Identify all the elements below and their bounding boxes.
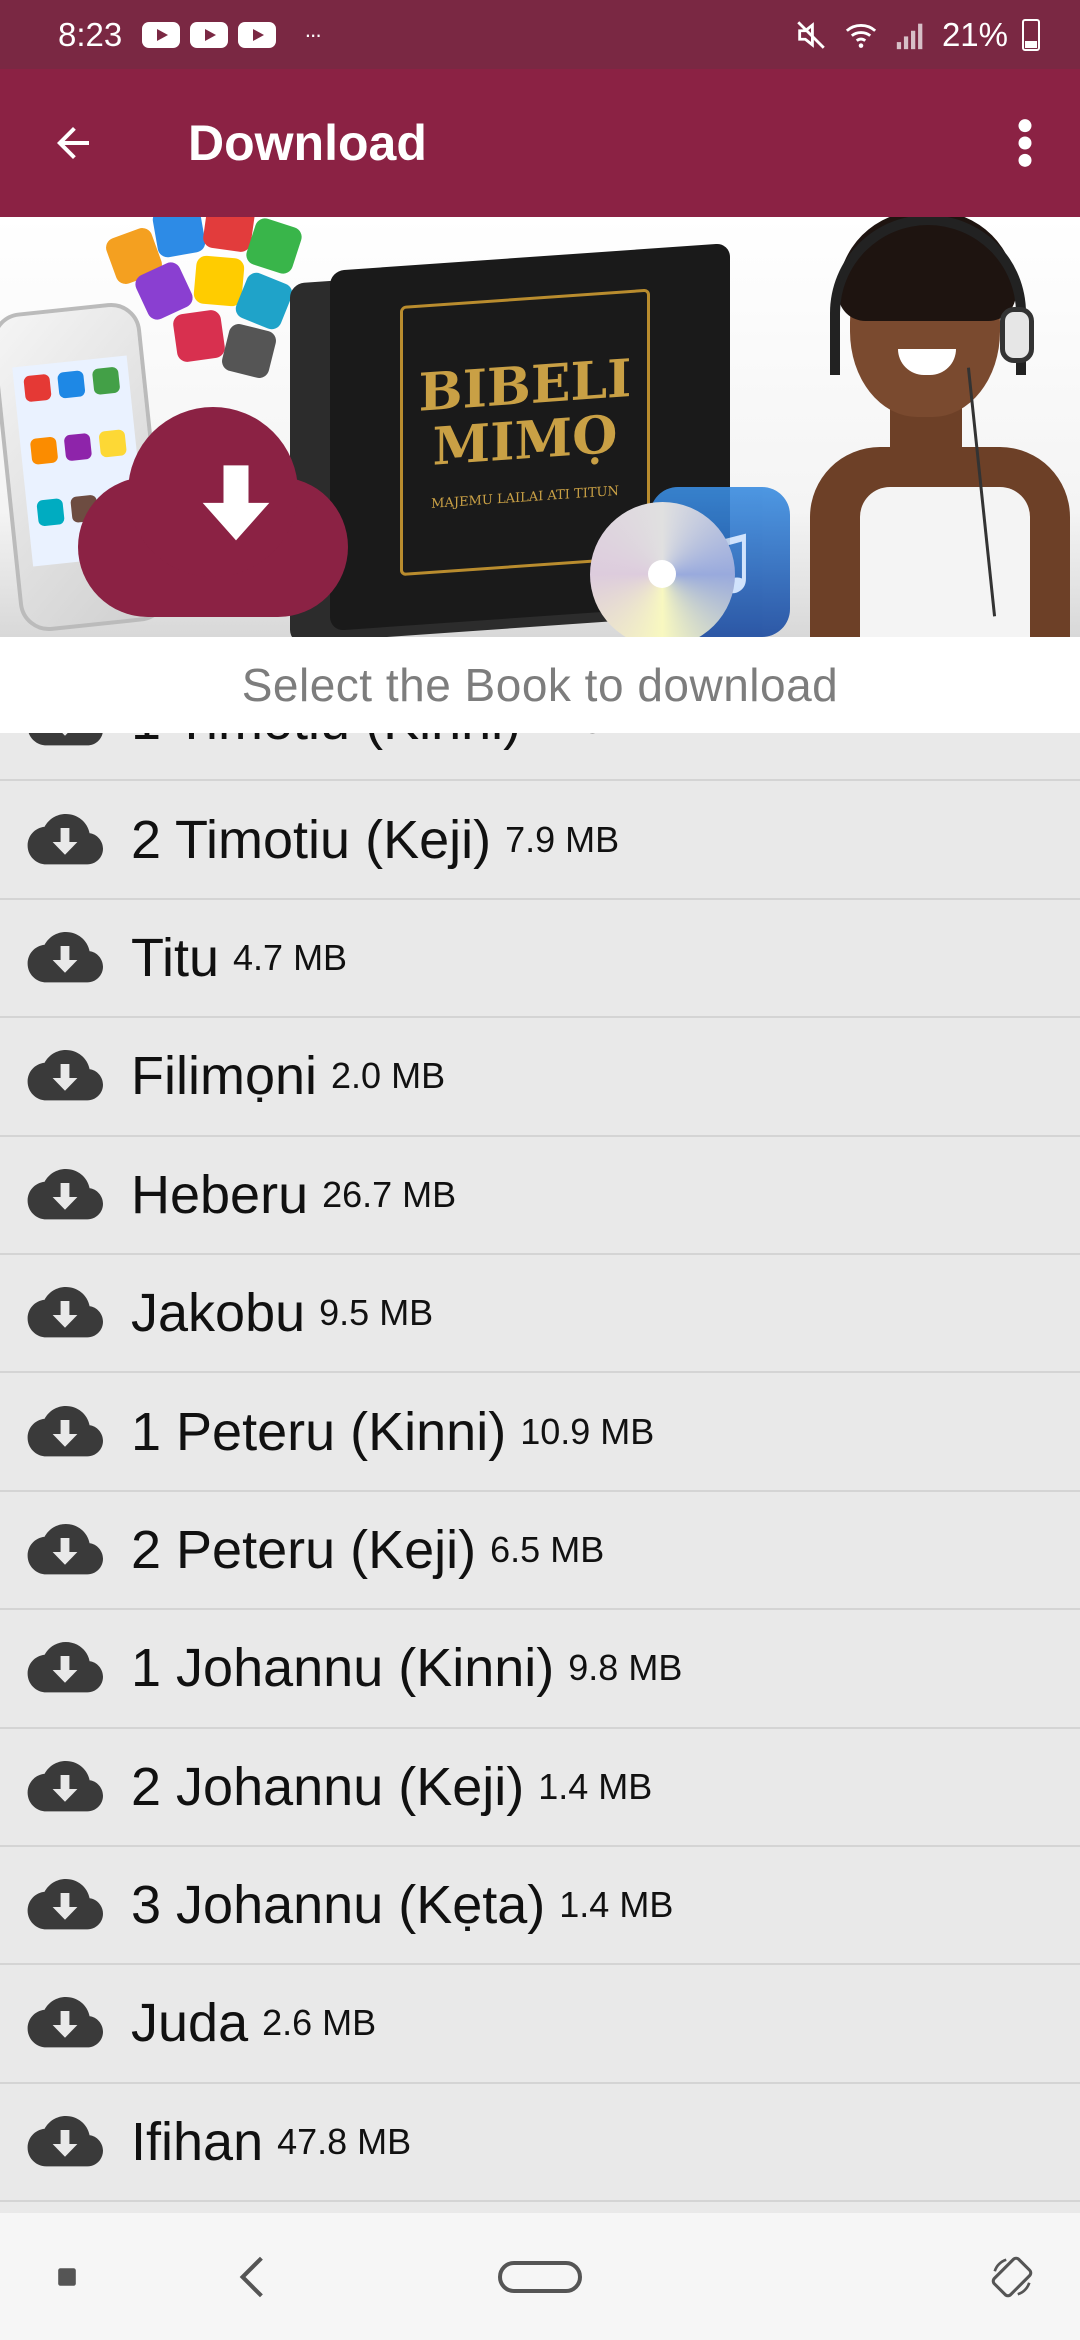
back-icon [239, 2256, 263, 2297]
cloud-download-icon[interactable] [25, 1048, 105, 1104]
book-size: 11.0 MB [535, 733, 666, 742]
cloud-download-icon[interactable] [25, 1404, 105, 1460]
wifi-icon [845, 23, 877, 48]
book-size: 9.5 MB [319, 1292, 434, 1334]
book-list-item[interactable]: 2 Johannu (Keji) 1.4 MB [0, 1728, 1080, 1847]
nav-back-button[interactable] [215, 2213, 289, 2340]
rotate-button[interactable] [975, 2213, 1049, 2340]
book-size: 10.9 MB [520, 1410, 655, 1452]
book-list-item[interactable]: 3 Johannu (Kẹta) 1.4 MB [0, 1846, 1080, 1966]
book-name: 1 Peteru (Kinni) [131, 1401, 507, 1462]
book-list-item[interactable]: Heberu 26.7 MB [0, 1136, 1080, 1255]
status-bar: 8:23 ··· 21% [0, 0, 1080, 69]
battery-percent: 21% [941, 15, 1008, 53]
book-size: 1.4 MB [559, 1884, 674, 1926]
cloud-download-icon[interactable] [25, 1285, 105, 1341]
download-banner: BIBELI MIMỌ MAJEMU LAILAI ATI TITUN [0, 217, 1080, 637]
book-list-item[interactable]: 1 Timotiu (Kinni) 11.0 MB [0, 733, 1080, 782]
home-icon [498, 2260, 582, 2293]
cloud-download-icon[interactable] [25, 1759, 105, 1815]
cloud-download-icon[interactable] [25, 1995, 105, 2051]
mute-icon [797, 20, 825, 49]
book-list-item[interactable]: 1 Peteru (Kinni) 10.9 MB [0, 1373, 1080, 1492]
cloud-download-icon [78, 407, 348, 617]
youtube-icon [238, 21, 277, 48]
cloud-download-icon[interactable] [25, 1522, 105, 1578]
book-list-item[interactable]: Ifihan 47.8 MB [0, 2083, 1080, 2203]
book-size: 47.8 MB [277, 2120, 412, 2162]
book-name: Heberu [131, 1164, 309, 1225]
book-size: 9.8 MB [568, 1647, 683, 1689]
cd-icon [590, 502, 735, 637]
back-button[interactable] [0, 69, 148, 217]
cloud-download-icon[interactable] [25, 812, 105, 868]
cloud-download-icon[interactable] [25, 733, 105, 749]
cloud-download-icon[interactable] [25, 1640, 105, 1696]
book-size: 7.9 MB [505, 818, 620, 860]
cloud-download-icon[interactable] [25, 1877, 105, 1933]
book-size: 2.0 MB [331, 1055, 446, 1097]
book-name: 1 Johannu (Kinni) [131, 1638, 555, 1699]
rotate-icon [991, 2256, 1033, 2297]
book-list-item[interactable]: Filimọni 2.0 MB [0, 1018, 1080, 1137]
book-list-item[interactable]: 1 Johannu (Kinni) 9.8 MB [0, 1610, 1080, 1729]
recents-button[interactable] [30, 2213, 104, 2340]
book-name: Jakobu [131, 1283, 306, 1344]
book-size: 4.7 MB [233, 936, 348, 978]
book-name: Juda [131, 1993, 249, 2054]
book-name: Ifihan [131, 2111, 264, 2172]
cloud-download-icon[interactable] [25, 2114, 105, 2170]
book-name: 2 Johannu (Keji) [131, 1756, 525, 1817]
app-bar: Download [0, 69, 1080, 217]
instruction-text: Select the Book to download [0, 637, 1080, 733]
book-name: 2 Timotiu (Keji) [131, 809, 492, 870]
bible-subtitle: MAJEMU LAILAI ATI TITUN [431, 483, 619, 513]
book-size: 1.4 MB [538, 1765, 653, 1807]
book-name: 1 Timotiu (Kinni) [131, 733, 521, 752]
book-size: 26.7 MB [322, 1173, 457, 1215]
cloud-download-icon[interactable] [25, 930, 105, 986]
book-size: 6.5 MB [490, 1528, 605, 1570]
notification-overflow: ··· [304, 21, 322, 47]
youtube-icon [142, 21, 181, 48]
book-list[interactable]: 1 Timotiu (Kinni) 11.0 MB 2 Timotiu (Keji)… [0, 733, 1080, 2213]
book-name: Filimọni [131, 1046, 318, 1107]
book-name: 3 Johannu (Kẹta) [131, 1875, 546, 1936]
arrow-back-icon [57, 127, 89, 159]
book-list-item[interactable]: Titu 4.7 MB [0, 899, 1080, 1019]
youtube-icon [190, 21, 229, 48]
recents-icon [58, 2267, 76, 2286]
overflow-menu-button[interactable] [980, 69, 1070, 217]
bible-title: BIBELI MIMỌ [418, 347, 632, 478]
book-list-item[interactable]: 2 Timotiu (Keji) 7.9 MB [0, 781, 1080, 900]
page-title: Download [188, 115, 427, 171]
more-vert-icon [1018, 119, 1032, 167]
woman-with-headphones-illustration [790, 217, 1080, 637]
system-nav-bar [0, 2213, 1080, 2340]
signal-icon [896, 23, 923, 49]
book-size: 2.6 MB [262, 2002, 377, 2044]
book-list-item[interactable]: 2 Peteru (Keji) 6.5 MB [0, 1491, 1080, 1611]
book-name: 2 Peteru (Keji) [131, 1519, 477, 1580]
cloud-download-icon[interactable] [25, 1167, 105, 1223]
home-button[interactable] [490, 2213, 590, 2340]
book-list-item[interactable]: Juda 2.6 MB [0, 1965, 1080, 2084]
status-time: 8:23 [58, 15, 123, 53]
battery-icon [1022, 18, 1040, 51]
book-list-item[interactable]: Jakobu 9.5 MB [0, 1254, 1080, 1374]
book-name: Titu [131, 927, 220, 988]
